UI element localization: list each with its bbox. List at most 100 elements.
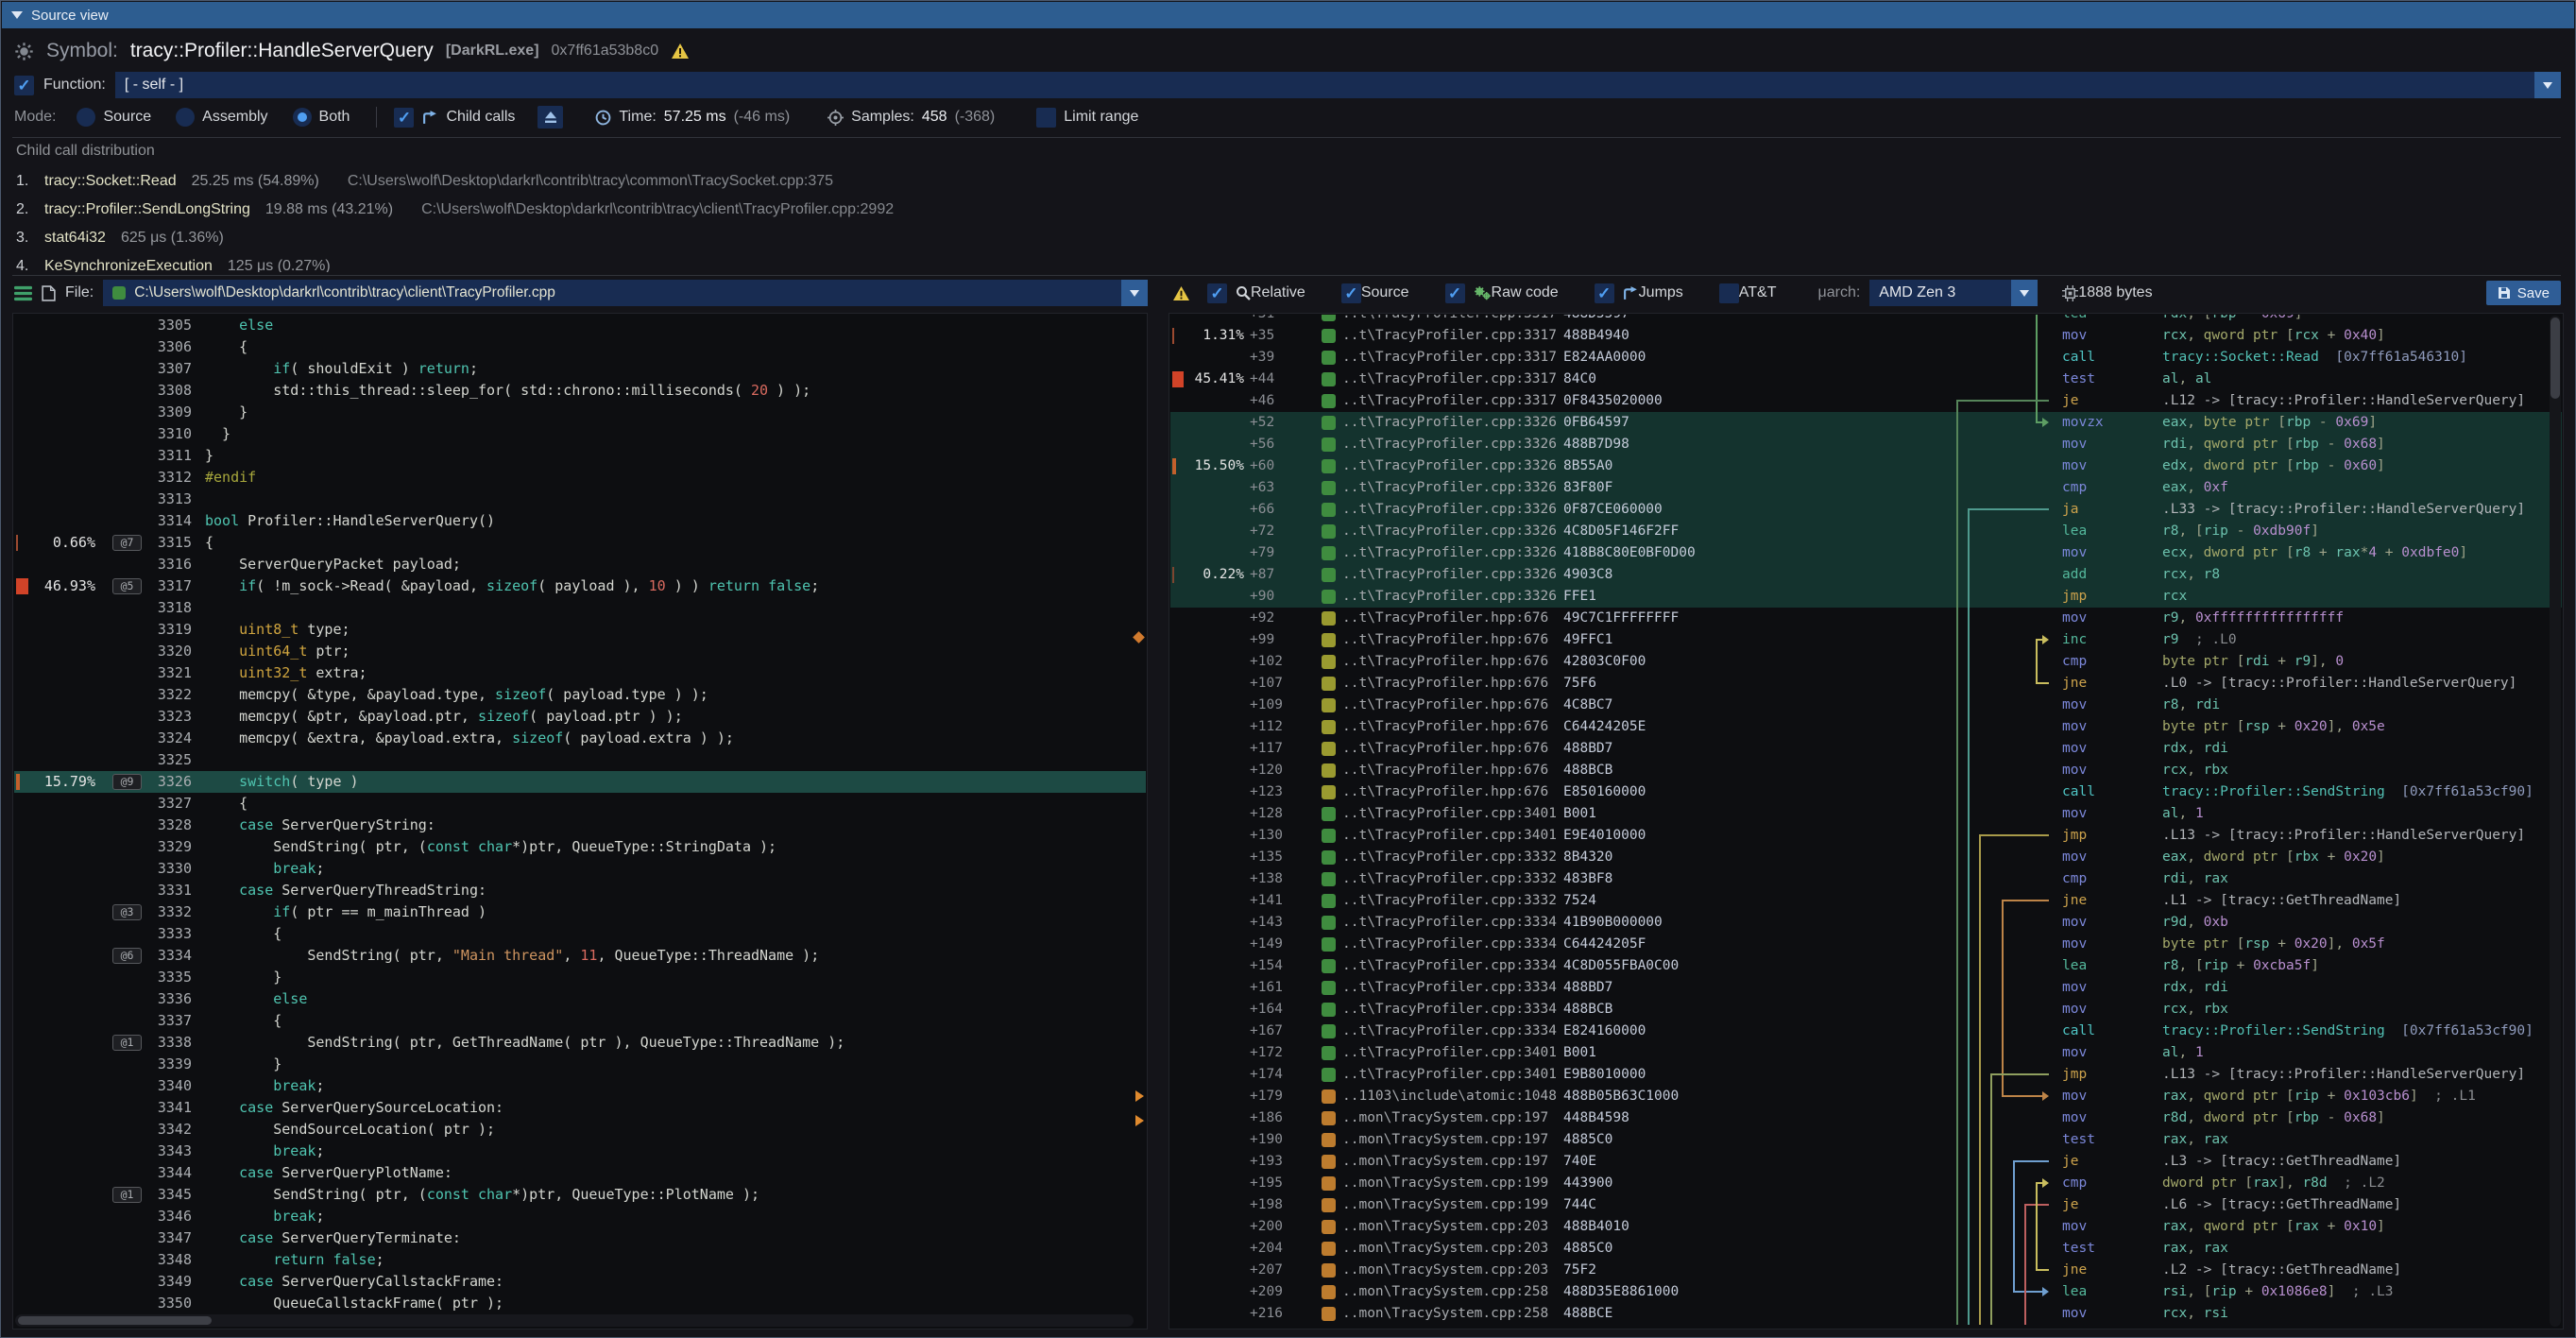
source-line[interactable]: 3321 uint32_t extra; <box>14 662 1146 684</box>
asm-row[interactable]: +79..t\TracyProfiler.cpp:3326418B8C80E0B… <box>1170 542 2562 564</box>
limit-range-label[interactable]: Limit range <box>1064 109 1138 126</box>
asm-count-badge[interactable]: @9 <box>112 774 142 790</box>
source-line[interactable]: 3318 <box>14 597 1146 619</box>
child-calls-checkbox[interactable] <box>394 108 414 128</box>
file-list-icon[interactable] <box>14 285 32 301</box>
asm-row[interactable]: +207..mon\TracySystem.cpp:20375F2jne.L2 … <box>1170 1260 2562 1281</box>
source-location[interactable]: ..t\TracyProfiler.hpp:676 <box>1342 760 1548 781</box>
source-line[interactable]: @33332 if( ptr == m_mainThread ) <box>14 901 1146 923</box>
source-line[interactable]: 46.93%@53317 if( !m_sock->Read( &payload… <box>14 575 1146 597</box>
source-line[interactable]: 3322 memcpy( &type, &payload.type, sizeo… <box>14 684 1146 706</box>
source-line[interactable]: 3306 { <box>14 336 1146 358</box>
asm-count-badge[interactable]: @1 <box>112 1035 142 1051</box>
asm-row[interactable]: +143..t\TracyProfiler.cpp:333441B90B0000… <box>1170 912 2562 934</box>
asm-row[interactable]: +149..t\TracyProfiler.cpp:3334C64424205F… <box>1170 934 2562 955</box>
source-location[interactable]: ..mon\TracySystem.cpp:203 <box>1342 1260 1548 1281</box>
source-location[interactable]: ..mon\TracySystem.cpp:258 <box>1342 1281 1548 1303</box>
source-line[interactable]: 3348 return false; <box>14 1249 1146 1271</box>
asm-row[interactable]: +52..t\TracyProfiler.cpp:33260FB64597mov… <box>1170 412 2562 434</box>
asm-row[interactable]: +174..t\TracyProfiler.cpp:3401E9B8010000… <box>1170 1064 2562 1086</box>
asm-count-badge[interactable]: @3 <box>112 904 142 920</box>
source-line[interactable]: 0.66%@73315{ <box>14 532 1146 554</box>
source-location[interactable]: ..t\TracyProfiler.hpp:676 <box>1342 716 1548 738</box>
asm-row[interactable]: +66..t\TracyProfiler.cpp:33260F87CE06000… <box>1170 499 2562 521</box>
scrollbar-thumb[interactable] <box>18 1316 212 1325</box>
source-location[interactable]: ..t\TracyProfiler.cpp:3401 <box>1342 825 1557 847</box>
child-call-entry[interactable]: 3.stat64i32625 μs (1.36%) <box>16 224 2562 252</box>
title-bar[interactable]: Source view <box>2 2 2574 28</box>
function-checkbox[interactable] <box>14 76 34 95</box>
source-location[interactable]: ..t\TracyProfiler.hpp:676 <box>1342 651 1548 673</box>
source-location[interactable]: ..mon\TracySystem.cpp:258 <box>1342 1303 1548 1325</box>
att-label[interactable]: AT&T <box>1739 284 1777 301</box>
asm-row[interactable]: +195..mon\TracySystem.cpp:199443900cmpdw… <box>1170 1173 2562 1194</box>
source-location[interactable]: ..mon\TracySystem.cpp:199 <box>1342 1194 1548 1216</box>
source-line[interactable]: 3342 SendSourceLocation( ptr ); <box>14 1119 1146 1141</box>
source-line[interactable]: 3333 { <box>14 923 1146 945</box>
asm-row[interactable]: +135..t\TracyProfiler.cpp:33328B4320move… <box>1170 847 2562 868</box>
asm-row[interactable]: +31..t\TracyProfiler.cpp:3317488D5597lea… <box>1170 315 2562 325</box>
source-line[interactable]: @63334 SendString( ptr, "Main thread", 1… <box>14 945 1146 967</box>
source-location[interactable]: ..t\TracyProfiler.hpp:676 <box>1342 738 1548 760</box>
asm-row[interactable]: +200..mon\TracySystem.cpp:203488B4010mov… <box>1170 1216 2562 1238</box>
asm-row[interactable]: +109..t\TracyProfiler.hpp:6764C8BC7movr8… <box>1170 695 2562 716</box>
source-location[interactable]: ..t\TracyProfiler.cpp:3317 <box>1342 325 1557 347</box>
source-line[interactable]: 3305 else <box>14 315 1146 336</box>
horizontal-scrollbar[interactable] <box>15 1314 1134 1327</box>
asm-row[interactable]: +130..t\TracyProfiler.cpp:3401E9E4010000… <box>1170 825 2562 847</box>
raw-code-checkbox[interactable] <box>1445 283 1465 303</box>
asm-row[interactable]: +198..mon\TracySystem.cpp:199744Cje.L6 -… <box>1170 1194 2562 1216</box>
source-line[interactable]: 3340 break; <box>14 1075 1146 1097</box>
asm-count-badge[interactable]: @7 <box>112 535 142 551</box>
source-location[interactable]: ..t\TracyProfiler.cpp:3326 <box>1342 455 1557 477</box>
source-line[interactable]: 3339 } <box>14 1054 1146 1075</box>
source-line[interactable]: 3325 <box>14 749 1146 771</box>
asm-row[interactable]: +63..t\TracyProfiler.cpp:332683F80Fcmpea… <box>1170 477 2562 499</box>
source-location[interactable]: ..t\TracyProfiler.cpp:3317 <box>1342 315 1557 325</box>
source-line[interactable]: 3336 else <box>14 988 1146 1010</box>
source-location[interactable]: ..t\TracyProfiler.hpp:676 <box>1342 695 1548 716</box>
source-location[interactable]: ..t\TracyProfiler.cpp:3334 <box>1342 955 1557 977</box>
source-location[interactable]: ..t\TracyProfiler.cpp:3317 <box>1342 390 1557 412</box>
warning-icon[interactable] <box>1172 285 1190 301</box>
source-line[interactable]: 3346 break; <box>14 1206 1146 1227</box>
asm-row[interactable]: +120..t\TracyProfiler.hpp:676488BCBmovrc… <box>1170 760 2562 781</box>
source-location[interactable]: ..t\TracyProfiler.cpp:3326 <box>1342 412 1557 434</box>
scrollbar-thumb[interactable] <box>2550 317 2560 399</box>
source-location[interactable]: ..t\TracyProfiler.hpp:676 <box>1342 673 1548 695</box>
source-line[interactable]: 3309 } <box>14 402 1146 423</box>
asm-row[interactable]: +107..t\TracyProfiler.hpp:67675F6jne.L0 … <box>1170 673 2562 695</box>
source-line[interactable]: 3308 std::this_thread::sleep_for( std::c… <box>14 380 1146 402</box>
source-location[interactable]: ..mon\TracySystem.cpp:197 <box>1342 1151 1548 1173</box>
asm-row[interactable]: +172..t\TracyProfiler.cpp:3401B001moval,… <box>1170 1042 2562 1064</box>
asm-row[interactable]: +46..t\TracyProfiler.cpp:33170F843502000… <box>1170 390 2562 412</box>
collapse-icon[interactable] <box>11 11 23 25</box>
source-line[interactable]: 3343 break; <box>14 1141 1146 1162</box>
source-line[interactable]: @13345 SendString( ptr, (const char*)ptr… <box>14 1184 1146 1206</box>
asm-row[interactable]: +39..t\TracyProfiler.cpp:3317E824AA0000c… <box>1170 347 2562 369</box>
asm-row[interactable]: +216..mon\TracySystem.cpp:258488BCEmovrc… <box>1170 1303 2562 1325</box>
source-line[interactable]: 3310 } <box>14 423 1146 445</box>
source-location[interactable]: ..t\TracyProfiler.hpp:676 <box>1342 781 1548 803</box>
asm-row[interactable]: +92..t\TracyProfiler.hpp:67649C7C1FFFFFF… <box>1170 608 2562 629</box>
asm-row[interactable]: 45.41%+44..t\TracyProfiler.cpp:331784C0t… <box>1170 369 2562 390</box>
source-location[interactable]: ..t\TracyProfiler.cpp:3326 <box>1342 542 1557 564</box>
asm-row[interactable]: +128..t\TracyProfiler.cpp:3401B001moval,… <box>1170 803 2562 825</box>
asm-row[interactable]: +204..mon\TracySystem.cpp:2034885C0testr… <box>1170 1238 2562 1260</box>
uarch-combo[interactable]: AMD Zen 3 <box>1869 280 2038 306</box>
source-line[interactable]: 3316 ServerQueryPacket payload; <box>14 554 1146 575</box>
jumps-checkbox[interactable] <box>1595 283 1614 303</box>
source-location[interactable]: ..t\TracyProfiler.cpp:3326 <box>1342 521 1557 542</box>
source-location[interactable]: ..t\TracyProfiler.cpp:3334 <box>1342 912 1557 934</box>
source-location[interactable]: ..t\TracyProfiler.hpp:676 <box>1342 629 1548 651</box>
source-line[interactable]: 3341 case ServerQuerySourceLocation: <box>14 1097 1146 1119</box>
source-line[interactable]: 3327 { <box>14 793 1146 815</box>
propagate-up-button[interactable] <box>537 106 563 129</box>
relative-label[interactable]: Relative <box>1251 284 1305 301</box>
source-line[interactable]: 3314bool Profiler::HandleServerQuery() <box>14 510 1146 532</box>
asm-row[interactable]: +90..t\TracyProfiler.cpp:3326FFE1jmprcx <box>1170 586 2562 608</box>
raw-code-label[interactable]: Raw code <box>1492 284 1559 301</box>
source-location[interactable]: ..t\TracyProfiler.cpp:3317 <box>1342 347 1557 369</box>
asm-row[interactable]: 15.50%+60..t\TracyProfiler.cpp:33268B55A… <box>1170 455 2562 477</box>
child-call-entry[interactable]: 4.KeSynchronizeExecution125 μs (0.27%) <box>16 252 2562 272</box>
